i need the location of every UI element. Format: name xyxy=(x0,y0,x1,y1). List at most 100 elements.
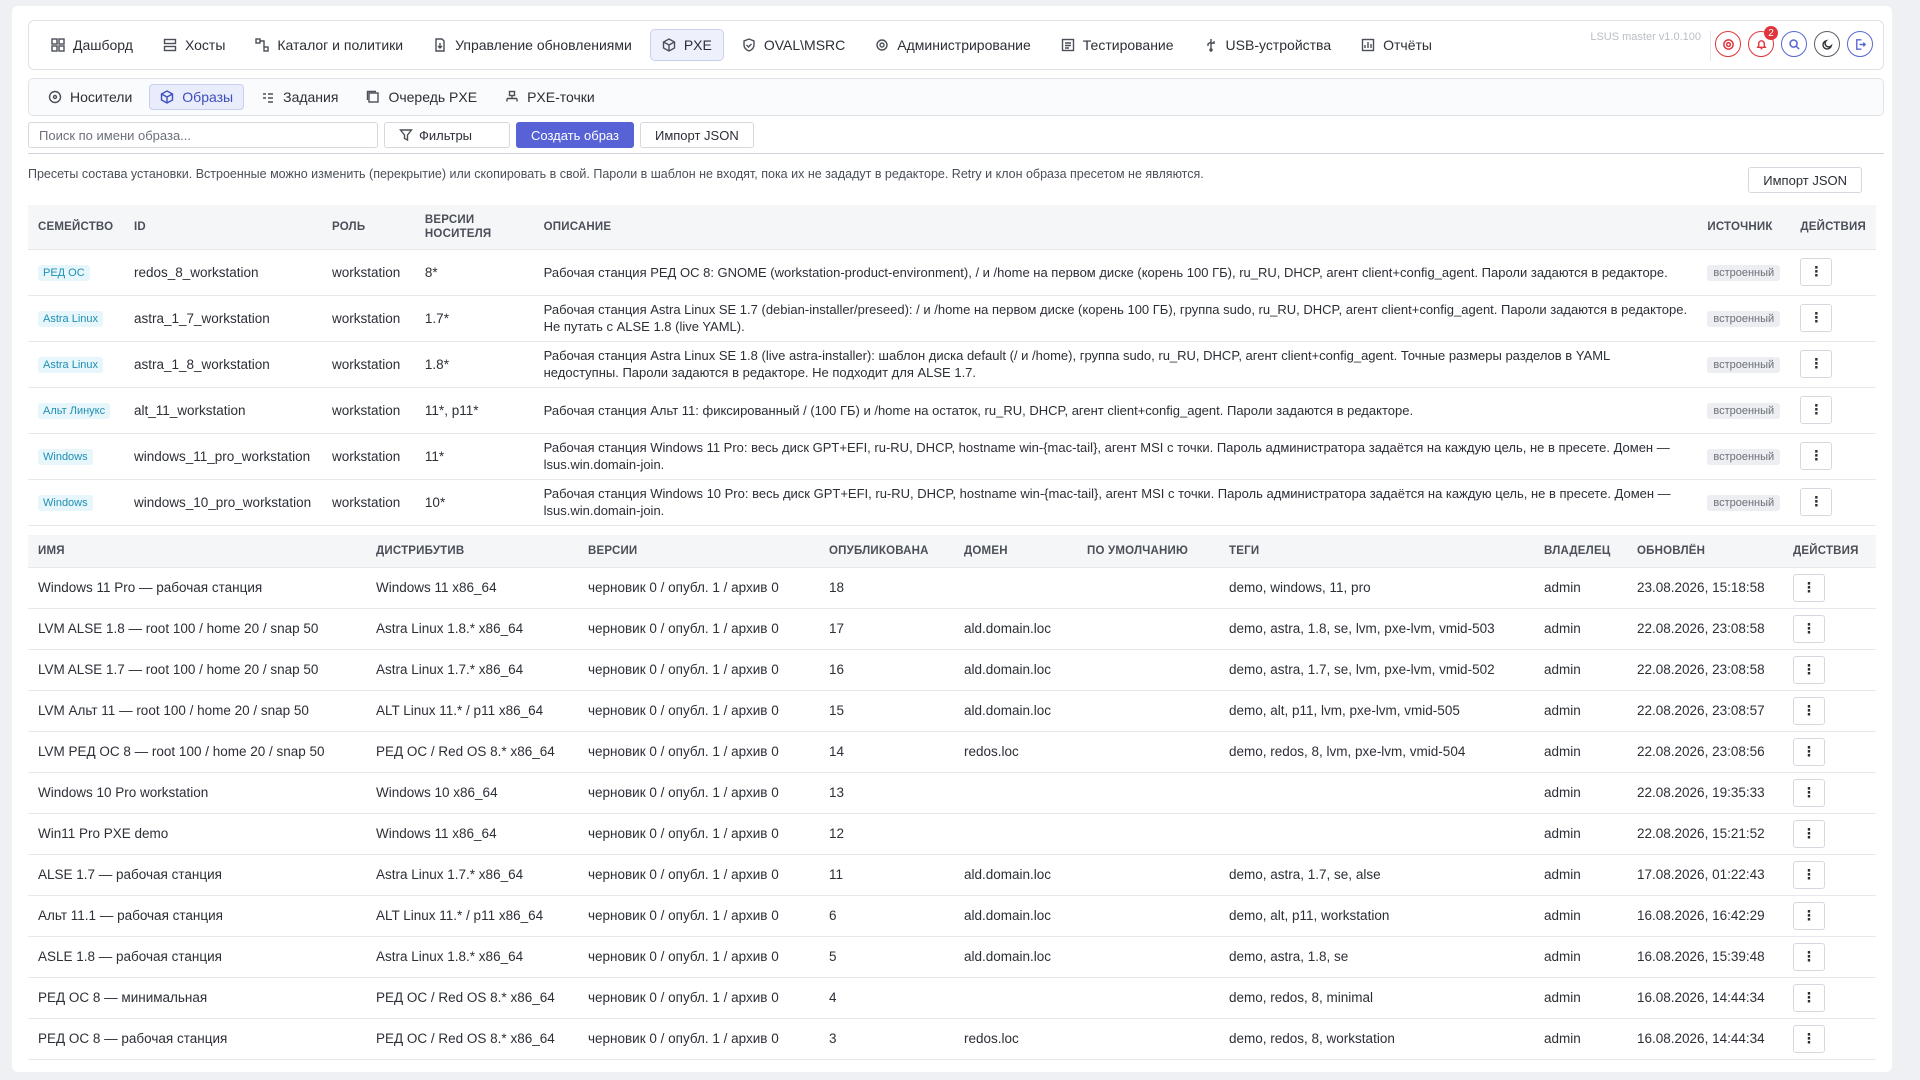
preset-row[interactable]: РЕД ОС redos_8_workstation workstation 8* Ра… xyxy=(28,248,1876,295)
preset-row[interactable]: Windows windows_11_pro_workstation worksta… xyxy=(28,432,1876,479)
row-actions-button[interactable]: ⋮ xyxy=(1793,696,1825,725)
presets-import-json-button[interactable]: Импорт JSON xyxy=(1748,167,1862,193)
preset-row[interactable]: Astra Linux astra_1_8_workstation workstat… xyxy=(28,340,1876,387)
image-row[interactable]: РЕД ОС 8 — рабочая станция РЕД ОС / Red O… xyxy=(28,1017,1876,1060)
row-actions-button[interactable]: ⋮ xyxy=(1793,778,1825,807)
image-name[interactable]: ASLE 1.8 — рабочая станция xyxy=(28,935,366,977)
column-header[interactable]: ID xyxy=(124,205,322,249)
row-actions-button[interactable]: ⋮ xyxy=(1793,573,1825,602)
image-name[interactable]: ALSE 1.7 — рабочая станция xyxy=(28,853,366,895)
app-window: Дашборд Хосты Каталог и политики Управле… xyxy=(12,6,1892,1072)
nav-item-hosts[interactable]: Хосты xyxy=(151,29,237,61)
row-actions-button[interactable]: ⋮ xyxy=(1793,901,1825,930)
column-header[interactable]: Обновлён xyxy=(1627,535,1783,567)
image-versions: черновик 0 / опубл. 1 / архив 0 xyxy=(578,648,819,690)
notifications-button[interactable]: 2 xyxy=(1748,26,1778,57)
column-header[interactable]: Имя xyxy=(28,535,366,567)
import-json-button[interactable]: Импорт JSON xyxy=(639,122,754,148)
filters-button[interactable]: Фильтры xyxy=(384,122,510,148)
support-button[interactable] xyxy=(1715,31,1741,57)
row-actions-button[interactable]: ⋮ xyxy=(1793,737,1825,766)
preset-row[interactable]: Astra Linux astra_1_7_workstation workstat… xyxy=(28,294,1876,341)
column-header[interactable]: Опубликована xyxy=(819,535,954,567)
image-row[interactable]: Windows 11 Pro — рабочая станция Windows … xyxy=(28,566,1876,608)
row-actions-button[interactable]: ⋮ xyxy=(1800,304,1833,332)
create-image-button[interactable]: Создать образ xyxy=(516,122,634,148)
nav-item-oval-msrc[interactable]: OVAL\MSRC xyxy=(730,29,857,61)
tab-images[interactable]: Образы xyxy=(149,84,245,110)
more-vertical-icon: ⋮ xyxy=(1809,356,1824,371)
image-row[interactable]: LVM ALSE 1.8 — root 100 / home 20 / snap… xyxy=(28,607,1876,649)
image-name[interactable]: Альт 11.1 — рабочая станция xyxy=(28,894,366,936)
image-name[interactable]: РЕД ОС 8 — минимальная xyxy=(28,976,366,1018)
row-actions-button[interactable]: ⋮ xyxy=(1800,442,1833,470)
column-header[interactable]: Семейство xyxy=(28,205,124,249)
column-header[interactable]: Дистрибутив xyxy=(366,535,578,567)
row-actions-button[interactable]: ⋮ xyxy=(1800,396,1833,424)
image-row[interactable]: LVM ALSE 1.7 — root 100 / home 20 / snap… xyxy=(28,648,1876,690)
preset-role: workstation xyxy=(321,386,415,433)
nav-item-testing[interactable]: Тестирование xyxy=(1049,29,1186,61)
image-name[interactable]: LVM Альт 11 — root 100 / home 20 / snap … xyxy=(28,689,366,731)
image-row[interactable]: ASLE 1.8 — рабочая станция Astra Linux 1.… xyxy=(28,935,1876,977)
preset-row[interactable]: Альт Линукс alt_11_workstation workstation… xyxy=(28,386,1876,433)
row-actions-button[interactable]: ⋮ xyxy=(1793,655,1825,684)
image-name[interactable]: Win11 Pro PXE demo xyxy=(28,812,366,854)
row-actions-button[interactable]: ⋮ xyxy=(1793,860,1825,889)
column-header[interactable]: Источник xyxy=(1697,205,1790,249)
column-header[interactable]: Роль xyxy=(322,205,415,249)
row-actions-button[interactable]: ⋮ xyxy=(1793,1024,1825,1053)
image-row[interactable]: LVM РЕД ОС 8 — root 100 / home 20 / snap… xyxy=(28,730,1876,772)
logout-button[interactable] xyxy=(1847,31,1873,57)
column-header[interactable]: Теги xyxy=(1219,535,1534,567)
column-header[interactable]: Владелец xyxy=(1534,535,1627,567)
row-actions-button[interactable]: ⋮ xyxy=(1793,983,1825,1012)
family-badge: Альт Линукс xyxy=(38,402,111,419)
column-header[interactable]: По умолчанию xyxy=(1077,535,1219,567)
image-name[interactable]: LVM РЕД ОС 8 — root 100 / home 20 / snap… xyxy=(28,730,366,772)
image-updated: 22.08.2026, 23:08:58 xyxy=(1627,648,1783,690)
nav-item-usb[interactable]: USB-устройства xyxy=(1192,29,1344,61)
tab-pxe-points[interactable]: PXE-точки xyxy=(494,84,606,110)
image-row[interactable]: ALSE 1.7 — рабочая станция Astra Linux 1.… xyxy=(28,853,1876,895)
nav-item-admin[interactable]: Администрирование xyxy=(863,29,1043,61)
nav-item-label: Каталог и политики xyxy=(277,37,404,53)
row-actions-button[interactable]: ⋮ xyxy=(1793,819,1825,848)
row-actions-button[interactable]: ⋮ xyxy=(1793,614,1825,643)
image-row[interactable]: Альт 11.1 — рабочая станция ALT Linux 11.… xyxy=(28,894,1876,936)
nav-item-catalog[interactable]: Каталог и политики xyxy=(243,29,415,61)
nav-item-dashboard[interactable]: Дашборд xyxy=(39,29,145,61)
nav-item-updates[interactable]: Управление обновлениями xyxy=(421,29,644,61)
image-domain: ald.domain.loc xyxy=(954,853,1077,895)
image-search-input[interactable] xyxy=(28,122,378,148)
row-actions-button[interactable]: ⋮ xyxy=(1793,942,1825,971)
source-cell: встроенный xyxy=(1697,432,1791,479)
image-name[interactable]: Windows 10 Pro workstation xyxy=(28,771,366,813)
preset-row[interactable]: Windows windows_10_pro_workstation worksta… xyxy=(28,478,1876,526)
image-row[interactable]: LVM Альт 11 — root 100 / home 20 / snap … xyxy=(28,689,1876,731)
image-name[interactable]: LVM ALSE 1.8 — root 100 / home 20 / snap… xyxy=(28,607,366,649)
theme-toggle-button[interactable] xyxy=(1814,31,1840,57)
row-actions-button[interactable]: ⋮ xyxy=(1800,488,1833,516)
search-button[interactable] xyxy=(1781,31,1807,57)
image-row[interactable]: Win11 Pro PXE demo Windows 11 x86_64 черно… xyxy=(28,812,1876,854)
image-name[interactable]: LVM ALSE 1.7 — root 100 / home 20 / snap… xyxy=(28,648,366,690)
image-name[interactable]: Windows 11 Pro — рабочая станция xyxy=(28,566,366,608)
tab-tasks[interactable]: Задания xyxy=(250,84,349,110)
images-icon xyxy=(160,90,174,104)
column-header[interactable]: Домен xyxy=(954,535,1077,567)
nav-item-reports[interactable]: Отчёты xyxy=(1349,29,1444,61)
column-header[interactable]: Версии xyxy=(578,535,819,567)
image-row[interactable]: Windows 10 Pro workstation Windows 10 x86… xyxy=(28,771,1876,813)
image-versions: черновик 0 / опубл. 1 / архив 0 xyxy=(578,853,819,895)
row-actions-button[interactable]: ⋮ xyxy=(1800,258,1833,286)
row-actions-button[interactable]: ⋮ xyxy=(1800,350,1833,378)
nav-item-pxe[interactable]: PXE xyxy=(649,29,724,61)
column-header[interactable]: Описание xyxy=(534,205,1698,249)
column-header[interactable]: Версии носителя xyxy=(415,205,534,249)
image-row[interactable]: РЕД ОС 8 — минимальная РЕД ОС / Red OS 8.… xyxy=(28,976,1876,1018)
tab-media[interactable]: Носители xyxy=(37,84,143,110)
image-name[interactable]: РЕД ОС 8 — рабочая станция xyxy=(28,1017,366,1060)
tab-pxe-queue[interactable]: Очередь PXE xyxy=(355,84,488,110)
image-versions: черновик 0 / опубл. 1 / архив 0 xyxy=(578,935,819,977)
